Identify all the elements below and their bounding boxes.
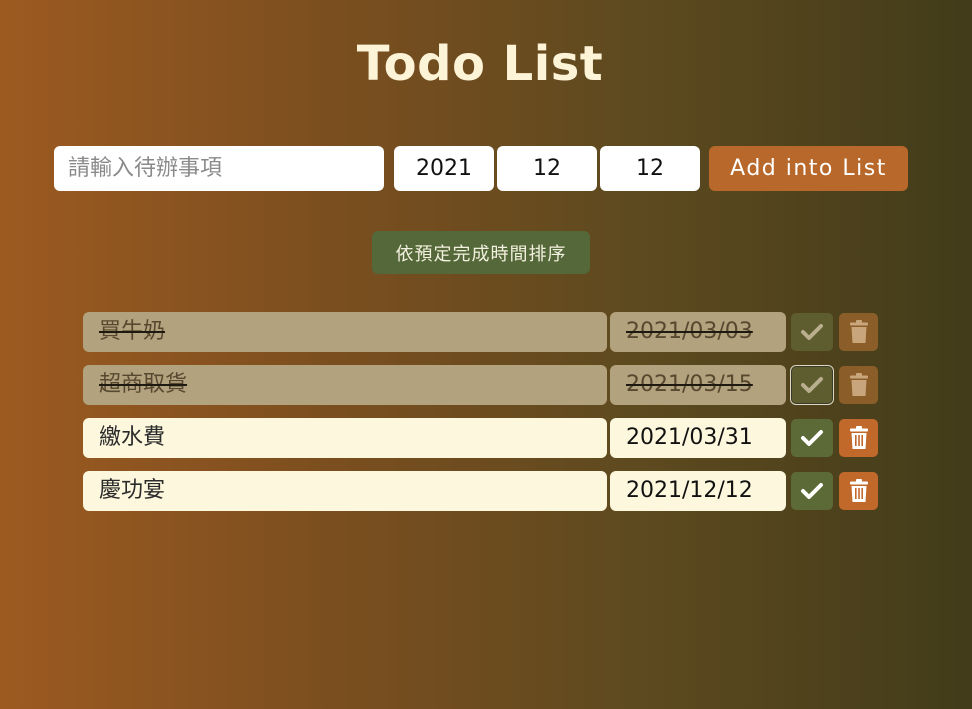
trash-icon xyxy=(849,320,868,343)
delete-button[interactable] xyxy=(839,419,878,457)
day-input[interactable] xyxy=(600,146,700,191)
check-icon xyxy=(801,377,823,393)
todo-item: 繳水費 2021/03/31 xyxy=(83,418,883,458)
trash-icon xyxy=(849,426,868,449)
todo-text: 超商取貨 xyxy=(83,365,607,405)
check-icon xyxy=(801,324,823,340)
delete-button[interactable] xyxy=(839,366,878,404)
todo-date: 2021/03/31 xyxy=(610,418,786,458)
complete-button[interactable] xyxy=(791,419,833,457)
todo-date: 2021/03/15 xyxy=(610,365,786,405)
todo-text: 買牛奶 xyxy=(83,312,607,352)
complete-button[interactable] xyxy=(791,472,833,510)
todo-date: 2021/03/03 xyxy=(610,312,786,352)
todo-item: 買牛奶 2021/03/03 xyxy=(83,312,883,352)
todo-text: 繳水費 xyxy=(83,418,607,458)
check-icon xyxy=(801,483,823,499)
page-title: Todo List xyxy=(356,36,604,92)
month-input[interactable] xyxy=(497,146,597,191)
trash-icon xyxy=(849,479,868,502)
delete-button[interactable] xyxy=(839,472,878,510)
trash-icon xyxy=(849,373,868,396)
todo-item: 慶功宴 2021/12/12 xyxy=(83,471,883,511)
sort-by-date-button[interactable]: 依預定完成時間排序 xyxy=(372,231,590,274)
todo-text: 慶功宴 xyxy=(83,471,607,511)
check-icon xyxy=(801,430,823,446)
year-input[interactable] xyxy=(394,146,494,191)
add-into-list-button[interactable]: Add into List xyxy=(709,146,908,191)
task-input[interactable] xyxy=(54,146,384,191)
todo-item: 超商取貨 2021/03/15 xyxy=(83,365,883,405)
complete-button[interactable] xyxy=(790,365,834,405)
todo-date: 2021/12/12 xyxy=(610,471,786,511)
complete-button[interactable] xyxy=(791,313,833,351)
delete-button[interactable] xyxy=(839,313,878,351)
